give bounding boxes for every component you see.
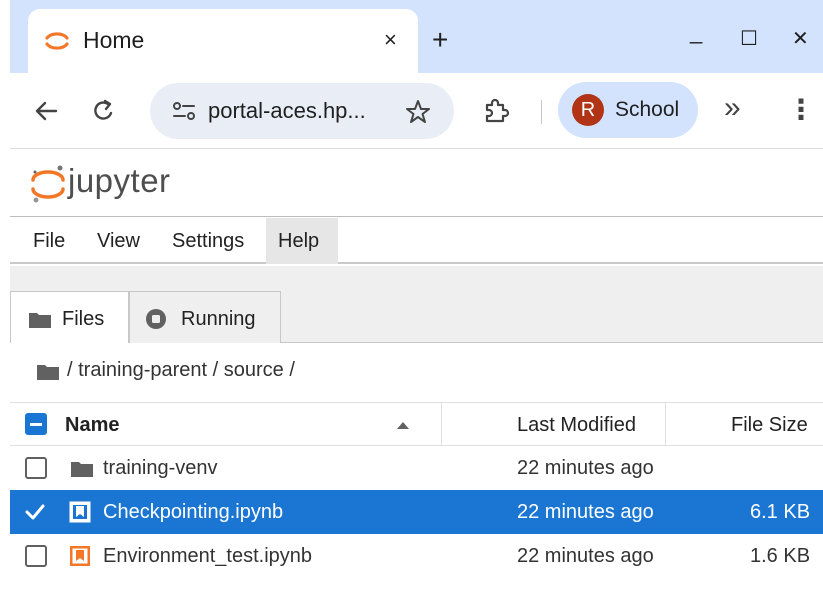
menu-help[interactable]: Help	[266, 218, 338, 264]
column-name[interactable]: Name	[65, 414, 119, 437]
profile-button[interactable]: R School	[558, 82, 698, 138]
menu-file[interactable]: File	[21, 218, 77, 264]
select-all-checkbox[interactable]	[25, 413, 47, 435]
file-row-training-venv[interactable]: training-venv 22 minutes ago	[10, 446, 823, 490]
file-modified: 22 minutes ago	[517, 545, 654, 567]
url-text: portal-aces.hp...	[208, 98, 366, 123]
checkmark-icon[interactable]	[25, 503, 45, 521]
overflow-chevron-icon[interactable]: »	[724, 91, 741, 125]
browser-toolbar: portal-aces.hp... R School » ⋮	[10, 73, 823, 149]
tab-close-icon[interactable]: ×	[384, 29, 397, 51]
notebook-icon	[70, 546, 90, 566]
tab-strip: Home × + _ ☐ ✕	[10, 0, 823, 73]
file-name: Checkpointing.ipynb	[103, 501, 284, 523]
row-checkbox[interactable]	[25, 457, 47, 479]
sidebar-tabs: Files Running	[10, 291, 823, 344]
toolbar-gutter	[10, 266, 823, 292]
tab-files-label: Files	[62, 308, 105, 330]
toolbar-divider	[541, 100, 542, 124]
menu-view[interactable]: View	[85, 218, 152, 264]
back-arrow-icon[interactable]	[34, 100, 58, 122]
stop-circle-icon	[146, 309, 166, 329]
column-last-modified[interactable]: Last Modified	[517, 414, 636, 437]
home-folder-icon[interactable]	[36, 363, 60, 381]
breadcrumb-path[interactable]: / training-parent / source /	[67, 359, 295, 382]
row-checkbox[interactable]	[25, 545, 47, 567]
address-bar[interactable]: portal-aces.hp...	[150, 83, 454, 139]
file-modified: 22 minutes ago	[517, 501, 654, 523]
menu-bar: File View Settings Help	[10, 218, 823, 264]
site-settings-icon[interactable]	[172, 100, 196, 122]
browser-menu-icon[interactable]: ⋮	[787, 93, 815, 126]
browser-window: Home × + _ ☐ ✕ portal-aces.hp... R Schoo…	[10, 0, 823, 590]
new-tab-button[interactable]: +	[432, 26, 448, 54]
jupyter-header: jupyter	[10, 150, 823, 217]
file-row-environment-test[interactable]: Environment_test.ipynb 22 minutes ago 1.…	[10, 534, 823, 578]
file-browser: / training-parent / source / Name Last M…	[10, 343, 823, 590]
tab-files[interactable]: Files	[10, 291, 129, 344]
tab-title: Home	[83, 27, 145, 53]
close-window-button[interactable]: ✕	[792, 27, 809, 51]
minimize-button[interactable]: _	[690, 20, 702, 44]
jupyter-logo-icon	[31, 165, 65, 203]
avatar: R	[572, 94, 604, 126]
profile-name: School	[615, 98, 680, 121]
menu-settings[interactable]: Settings	[160, 218, 256, 264]
extensions-puzzle-icon[interactable]	[482, 97, 510, 125]
jupyter-favicon-icon	[45, 32, 69, 50]
tab-running-label: Running	[181, 308, 256, 330]
file-size: 6.1 KB	[750, 501, 811, 523]
file-name: Environment_test.ipynb	[103, 545, 313, 567]
file-name: training-venv	[103, 457, 218, 479]
bookmark-star-icon[interactable]	[405, 99, 431, 125]
file-list-header: Name Last Modified File Size	[10, 402, 823, 447]
browser-tab-home[interactable]: Home ×	[28, 9, 418, 73]
file-row-checkpointing[interactable]: Checkpointing.ipynb 22 minutes ago 6.1 K…	[10, 490, 823, 534]
notebook-icon	[69, 501, 91, 523]
column-separator[interactable]	[665, 403, 666, 447]
column-file-size[interactable]: File Size	[731, 414, 808, 437]
file-modified: 22 minutes ago	[517, 457, 654, 479]
breadcrumb: / training-parent / source /	[10, 343, 823, 401]
sort-ascending-icon[interactable]	[396, 421, 410, 430]
folder-icon	[29, 313, 51, 328]
file-size: 1.6 KB	[750, 545, 811, 567]
maximize-button[interactable]: ☐	[740, 27, 758, 51]
folder-icon	[71, 462, 93, 477]
column-separator[interactable]	[441, 403, 442, 447]
reload-icon[interactable]	[93, 99, 115, 123]
tab-running[interactable]: Running	[129, 291, 281, 343]
jupyter-wordmark: jupyter	[68, 162, 171, 199]
